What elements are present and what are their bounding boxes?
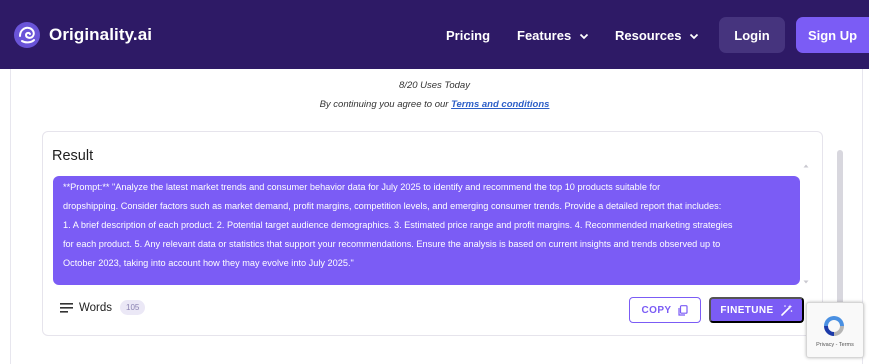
- recaptcha-badge[interactable]: Privacy - Terms: [806, 302, 864, 358]
- signup-button[interactable]: Sign Up: [796, 17, 869, 53]
- recaptcha-privacy-terms[interactable]: Privacy - Terms: [807, 342, 863, 348]
- recaptcha-icon: [824, 316, 844, 336]
- terms-prefix: By continuing you agree to our: [319, 99, 452, 110]
- terms-notice: By continuing you agree to our Terms and…: [0, 99, 869, 110]
- nav-features-link[interactable]: Features: [517, 28, 589, 43]
- word-count-badge: 105: [120, 300, 146, 315]
- nav-features-label: Features: [517, 28, 572, 43]
- result-line: 1. A brief description of each product. …: [63, 220, 733, 230]
- result-line: for each product. 5. Any relevant data o…: [63, 239, 721, 249]
- result-line: dropshipping. Consider factors such as m…: [63, 201, 722, 211]
- nav-resources-label: Resources: [615, 28, 682, 43]
- brand-logo[interactable]: Originality.ai: [13, 21, 152, 49]
- words-label: Words: [79, 301, 113, 314]
- uses-today-text: 8/20 Uses Today: [399, 80, 470, 91]
- finetune-label: FINETUNE: [720, 304, 774, 316]
- nav-pricing-label: Pricing: [446, 28, 491, 43]
- text-lines-icon: [60, 302, 73, 313]
- brain-logo-icon: [14, 22, 40, 48]
- brand-name: Originality.ai: [49, 25, 153, 44]
- result-line: October 2023, taking into account how th…: [63, 258, 354, 268]
- result-title: Result: [52, 148, 94, 164]
- login-button[interactable]: Login: [719, 17, 785, 53]
- copy-label: COPY: [641, 304, 672, 316]
- terms-link[interactable]: Terms and conditions: [451, 99, 549, 110]
- finetune-button[interactable]: FINETUNE: [709, 297, 804, 323]
- result-line: **Prompt:** "Analyze the latest market t…: [63, 182, 661, 192]
- nav-pricing-link[interactable]: Pricing: [446, 28, 490, 43]
- copy-icon: [678, 304, 689, 316]
- copy-button[interactable]: COPY: [629, 297, 701, 323]
- result-output-box[interactable]: **Prompt:** "Analyze the latest market t…: [53, 176, 800, 285]
- scroll-down-arrow-icon[interactable]: [803, 279, 809, 285]
- chevron-down-icon: [580, 33, 589, 39]
- chevron-down-icon: [690, 33, 699, 39]
- word-count: Words 105: [60, 300, 146, 315]
- top-nav: Originality.ai Pricing Features Resource…: [0, 0, 869, 69]
- magic-wand-icon: [780, 304, 792, 316]
- nav-resources-link[interactable]: Resources: [615, 28, 699, 43]
- scroll-up-arrow-icon[interactable]: [803, 163, 809, 169]
